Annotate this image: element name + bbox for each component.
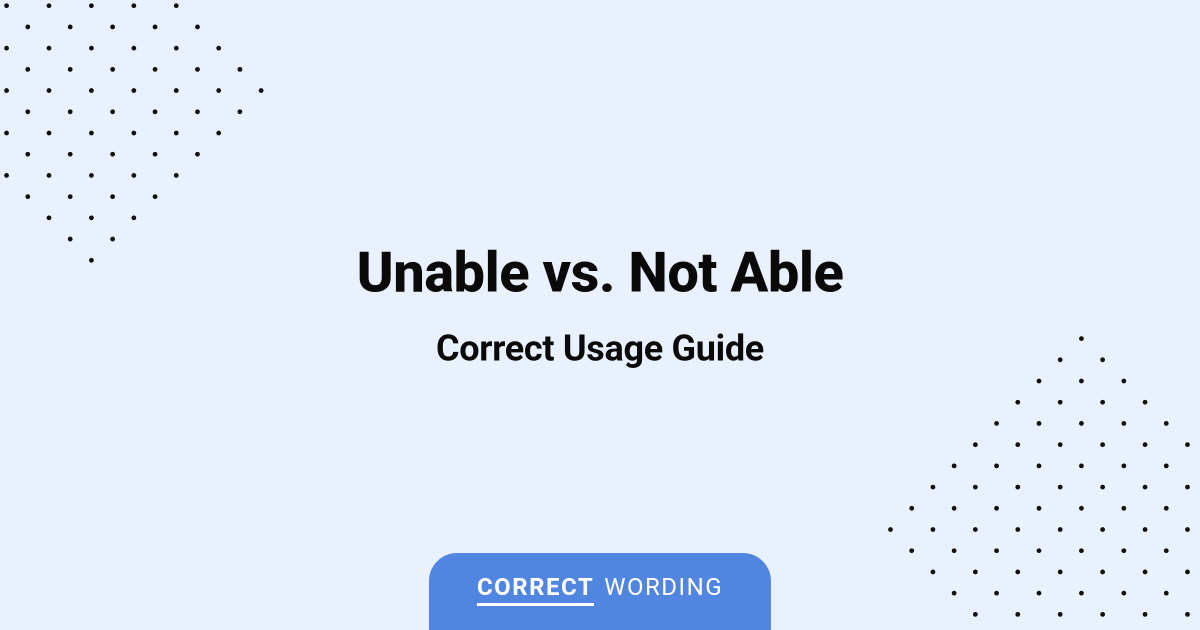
main-title: Unable vs. Not Able — [0, 240, 1200, 306]
dot-pattern-bottom-right — [866, 324, 1200, 630]
brand-badge: CORRECT WORDING — [429, 553, 771, 630]
brand-word-correct: CORRECT — [477, 573, 594, 606]
brand-word-wording: WORDING — [604, 573, 723, 601]
hero-content: Unable vs. Not Able Correct Usage Guide — [0, 240, 1200, 370]
dot-pattern-top-left — [0, 0, 275, 277]
subtitle: Correct Usage Guide — [0, 328, 1200, 370]
